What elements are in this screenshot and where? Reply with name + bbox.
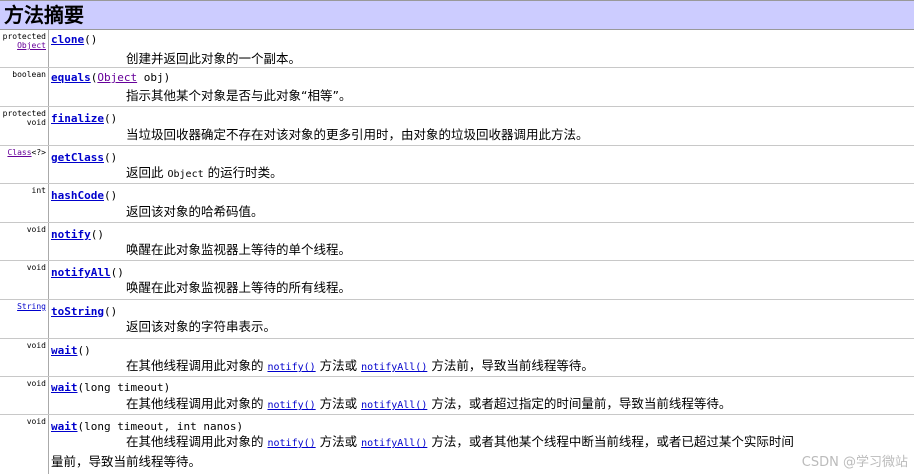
- method-description: 当垃圾回收器确定不存在对该对象的更多引用时，由对象的垃圾回收器调用此方法。: [126, 127, 589, 142]
- method-signature: wait(): [51, 344, 91, 357]
- table-row: Class<?> getClass() 返回此 Object 的运行时类。: [0, 146, 914, 184]
- type-link-class[interactable]: Class: [7, 148, 31, 157]
- method-description: 返回该对象的哈希码值。: [126, 204, 264, 219]
- table-row: void wait(long timeout) 在其他线程调用此对象的 noti…: [0, 377, 914, 415]
- method-signature: clone(): [51, 33, 98, 46]
- method-description: 返回该对象的字符串表示。: [126, 319, 277, 334]
- method-description: 在其他线程调用此对象的 notify() 方法或 notifyAll() 方法，…: [126, 434, 794, 449]
- method-description: 指示其他某个对象是否与此对象“相等”。: [126, 88, 352, 103]
- method-link-notify[interactable]: notify: [51, 228, 91, 241]
- return-type: void: [26, 225, 46, 234]
- table-row: boolean equals(Object obj) 指示其他某个对象是否与此对…: [0, 68, 914, 107]
- method-link-equals[interactable]: equals: [51, 71, 91, 84]
- type-link-object[interactable]: Object: [97, 71, 137, 84]
- method-link-clone[interactable]: clone: [51, 33, 84, 46]
- watermark: CSDN @学习微站: [801, 455, 908, 470]
- table-row: int hashCode() 返回该对象的哈希码值。: [0, 184, 914, 223]
- page-title: 方法摘要: [4, 3, 84, 27]
- method-signature: finalize(): [51, 112, 118, 125]
- return-type: void: [26, 417, 46, 426]
- notify-link[interactable]: notify(): [267, 438, 315, 449]
- method-description: 在其他线程调用此对象的 notify() 方法或 notifyAll() 方法，…: [126, 396, 732, 411]
- method-description: 唤醒在此对象监视器上等待的单个线程。: [126, 242, 352, 257]
- method-signature: toString(): [51, 305, 118, 318]
- notifyall-link[interactable]: notifyAll(): [361, 438, 427, 449]
- return-type: boolean: [12, 70, 46, 79]
- method-signature: wait(long timeout): [51, 381, 171, 394]
- method-signature: hashCode(): [51, 189, 118, 202]
- notify-link[interactable]: notify(): [267, 400, 315, 411]
- method-signature: wait(long timeout, int nanos): [51, 420, 244, 433]
- method-description: 在其他线程调用此对象的 notify() 方法或 notifyAll() 方法前…: [126, 358, 594, 373]
- method-description: 创建并返回此对象的一个副本。: [126, 51, 302, 66]
- table-row: void notifyAll() 唤醒在此对象监视器上等待的所有线程。: [0, 261, 914, 300]
- method-description: 唤醒在此对象监视器上等待的所有线程。: [126, 280, 352, 295]
- method-signature: notifyAll(): [51, 266, 124, 279]
- return-type: protected void: [2, 109, 46, 127]
- table-row: void wait() 在其他线程调用此对象的 notify() 方法或 not…: [0, 339, 914, 377]
- return-type: int: [31, 186, 46, 195]
- return-type: String: [17, 302, 46, 311]
- table-row: String toString() 返回该对象的字符串表示。: [0, 300, 914, 339]
- method-description: 返回此 Object 的运行时类。: [126, 165, 283, 180]
- method-link-wait[interactable]: wait: [51, 344, 78, 357]
- return-type: void: [26, 379, 46, 388]
- method-signature: getClass(): [51, 151, 118, 164]
- return-type: protected Object: [2, 32, 46, 50]
- method-link-notifyall[interactable]: notifyAll: [51, 266, 111, 279]
- notify-link[interactable]: notify(): [267, 362, 315, 373]
- method-signature: notify(): [51, 228, 104, 241]
- method-link-wait-timeout[interactable]: wait: [51, 381, 78, 394]
- method-summary-header: 方法摘要: [0, 0, 914, 30]
- notifyall-link[interactable]: notifyAll(): [361, 400, 427, 411]
- method-description-continued: 量前，导致当前线程等待。: [51, 454, 202, 469]
- type-link-object[interactable]: Object: [3, 41, 46, 50]
- method-link-wait-nanos[interactable]: wait: [51, 420, 78, 433]
- notifyall-link[interactable]: notifyAll(): [361, 362, 427, 373]
- return-type: void: [26, 263, 46, 272]
- type-link-string[interactable]: String: [17, 302, 46, 311]
- return-type: Class<?>: [7, 148, 46, 157]
- table-row: protected Object clone() 创建并返回此对象的一个副本。: [0, 30, 914, 68]
- method-signature: equals(Object obj): [51, 71, 171, 84]
- method-link-tostring[interactable]: toString: [51, 305, 104, 318]
- method-link-hashcode[interactable]: hashCode: [51, 189, 104, 202]
- method-link-finalize[interactable]: finalize: [51, 112, 104, 125]
- table-row: void wait(long timeout, int nanos) 在其他线程…: [0, 415, 914, 474]
- method-link-getclass[interactable]: getClass: [51, 151, 104, 164]
- table-row: void notify() 唤醒在此对象监视器上等待的单个线程。: [0, 223, 914, 261]
- return-type: void: [26, 341, 46, 350]
- table-row: protected void finalize() 当垃圾回收器确定不存在对该对…: [0, 107, 914, 146]
